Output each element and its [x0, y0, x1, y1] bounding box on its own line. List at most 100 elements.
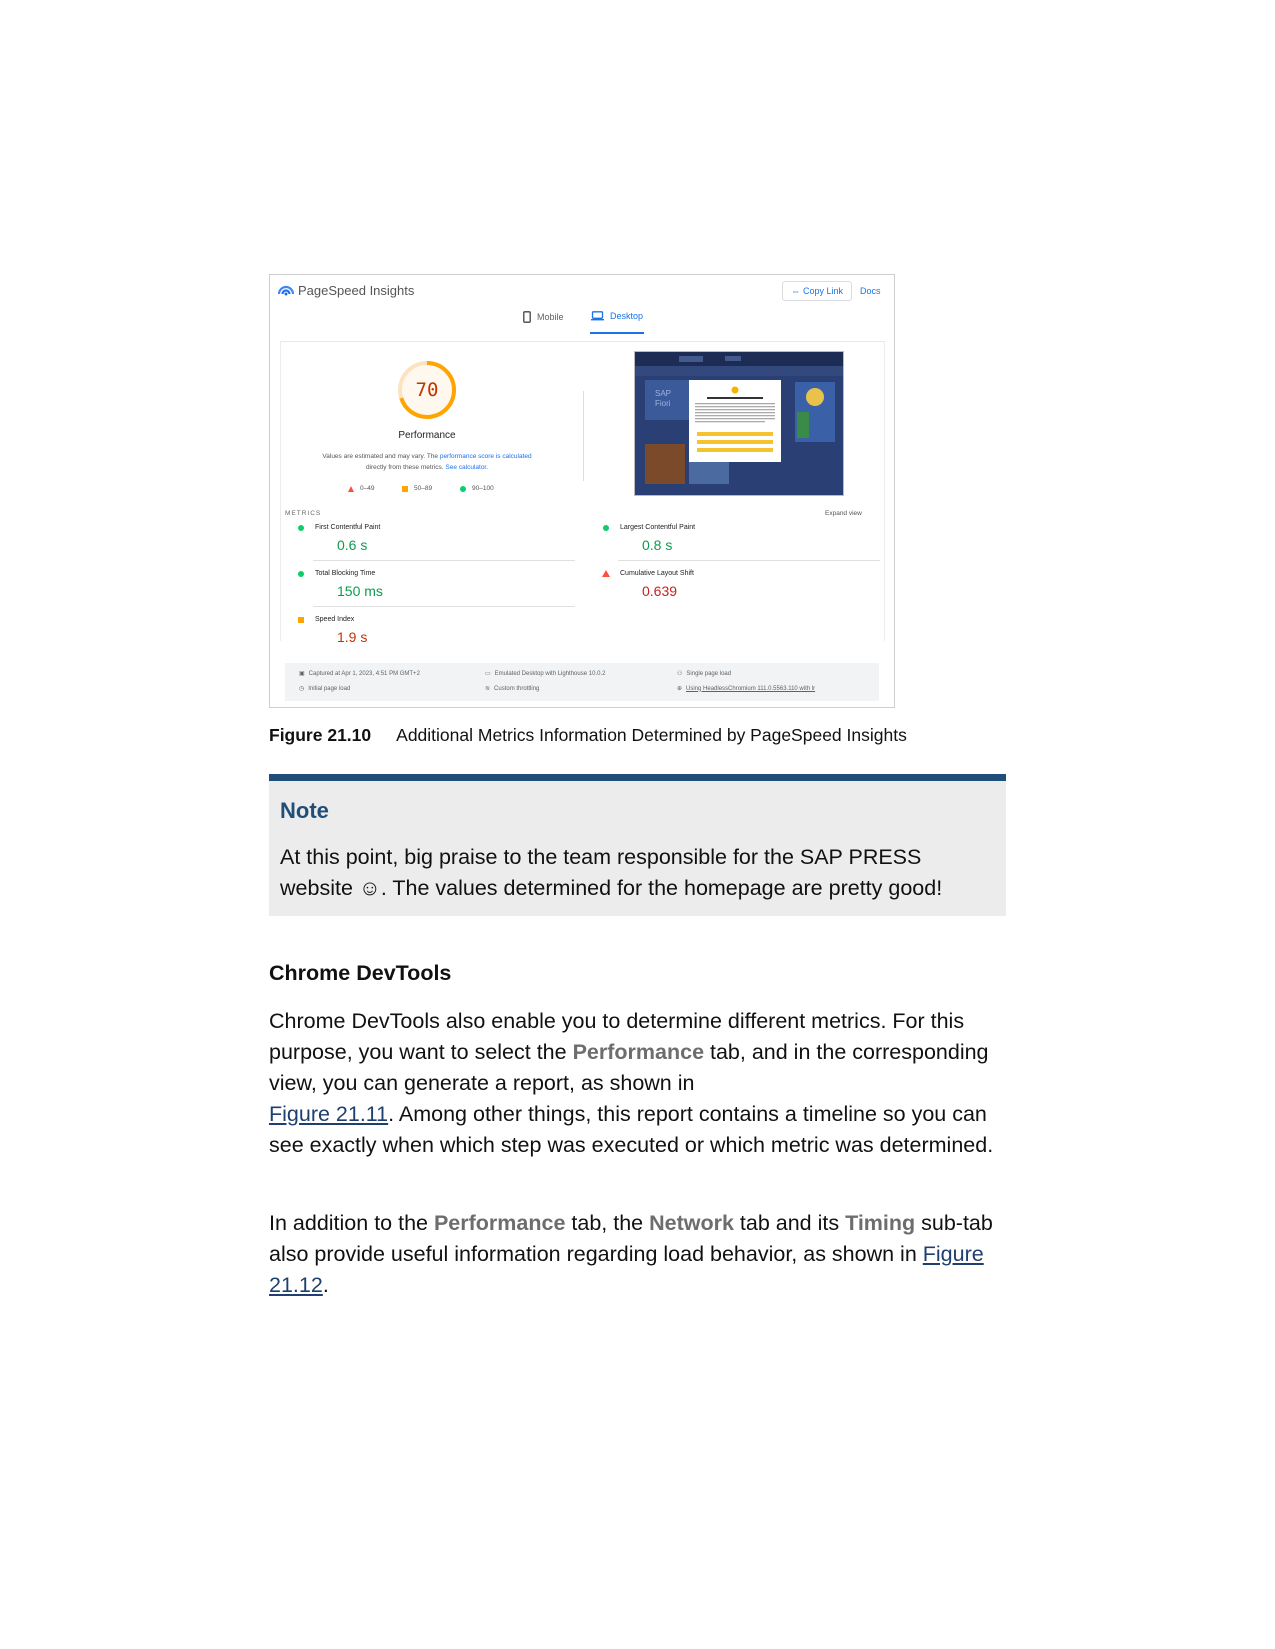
phone-icon: [523, 311, 531, 323]
device-tabs: Mobile Desktop: [270, 311, 894, 341]
square-icon: [402, 485, 408, 492]
captured-info: ▣ Captured at Apr 1, 2023, 4:51 PM GMT+2: [299, 670, 420, 678]
pagespeed-logo-icon: [278, 285, 294, 296]
browser-info[interactable]: ⊕ Using HeadlessChromium 111.0.5563.110 w…: [677, 685, 816, 693]
footer-text: Emulated Desktop with Lighthouse 10.0.2: [494, 670, 606, 677]
figure-reference-link[interactable]: Figure 21.11: [269, 1102, 388, 1126]
footer-text: Captured at Apr 1, 2023, 4:51 PM GMT+2: [308, 670, 420, 677]
svg-text:SAP: SAP: [655, 389, 671, 398]
performance-description: Values are estimated and may vary. The p…: [294, 451, 560, 473]
app-title: PageSpeed Insights: [298, 283, 415, 298]
tab-mobile-label: Mobile: [537, 312, 564, 322]
tab-desktop[interactable]: Desktop: [591, 311, 643, 321]
metric-name: Total Blocking Time: [315, 570, 376, 577]
figure-number: Figure 21.10: [269, 725, 372, 745]
single-load-info: ⚇ Single page load: [677, 670, 732, 678]
metric-name: Speed Index: [315, 616, 355, 623]
timer-icon: ◷: [299, 686, 305, 692]
website-preview-image: SAP Fiori: [635, 352, 843, 495]
figure-caption-text: Additional Metrics Information Determine…: [396, 725, 907, 745]
expand-view-toggle[interactable]: Expand view: [825, 510, 862, 517]
paragraph-text: In addition to the: [269, 1211, 434, 1235]
paragraph-text: tab and its: [733, 1211, 846, 1235]
triangle-icon: [348, 485, 354, 492]
runtime-settings: ▣ Captured at Apr 1, 2023, 4:51 PM GMT+2 …: [285, 663, 879, 701]
throttling-info[interactable]: ≋ Custom throttling: [485, 685, 540, 693]
tab-mobile[interactable]: Mobile: [523, 311, 564, 323]
note-body: At this point, big praise to the team re…: [280, 845, 943, 900]
good-indicator-icon: [603, 525, 609, 531]
docs-link[interactable]: Docs: [860, 286, 881, 296]
metric-name: Largest Contentful Paint: [620, 524, 696, 531]
footer-text: Single page load: [686, 670, 732, 677]
wifi-icon: ≋: [485, 686, 491, 692]
legend-label: 0–49: [360, 485, 375, 492]
metric-largest-contentful-paint: Largest Contentful Paint 0.8 s: [602, 519, 880, 561]
note-box: Note At this point, big praise to the te…: [269, 774, 1006, 916]
description-text: Values are estimated and may vary. The: [322, 453, 440, 460]
description-text: directly from these metrics.: [365, 464, 446, 471]
metric-cumulative-layout-shift: Cumulative Layout Shift 0.639: [602, 565, 872, 607]
emulation-info: ▭ Emulated Desktop with Lighthouse 10.0.2: [485, 670, 606, 678]
laptop-icon: ▭: [485, 671, 491, 677]
active-tab-indicator: [590, 332, 644, 334]
score-calculation-link[interactable]: performance score is calculated: [440, 453, 532, 460]
people-icon: ⚇: [677, 671, 683, 677]
average-indicator-icon: [298, 617, 304, 623]
metric-name: First Contentful Paint: [315, 524, 381, 531]
globe-icon: ⊕: [677, 686, 683, 692]
panel-divider: [583, 391, 584, 481]
legend-label: 50–89: [414, 485, 433, 492]
metric-value: 150 ms: [337, 583, 383, 599]
psi-header: PageSpeed Insights ⇔ Copy Link Docs: [270, 275, 894, 305]
link-icon: ⇔: [790, 286, 800, 296]
paragraph-text: .: [322, 1273, 329, 1297]
metric-value: 0.6 s: [337, 537, 368, 553]
metric-speed-index: Speed Index 1.9 s: [297, 611, 567, 653]
poor-indicator-icon: [602, 570, 610, 577]
paragraph-2: In addition to the Performance tab, the …: [269, 1208, 1004, 1301]
svg-text:Fiori: Fiori: [655, 399, 671, 408]
circle-icon: [460, 485, 466, 492]
copy-link-label: Copy Link: [802, 286, 844, 296]
ui-term-timing: Timing: [845, 1211, 916, 1235]
legend-item-average: 50–89: [402, 485, 432, 492]
metrics-heading: METRICS: [285, 510, 322, 517]
initial-load-info: ◷ Initial page load: [299, 685, 351, 693]
good-indicator-icon: [298, 571, 304, 577]
copy-link-button[interactable]: ⇔ Copy Link: [782, 281, 852, 301]
performance-label: Performance: [398, 430, 456, 441]
legend-item-good: 90–100: [460, 485, 494, 492]
ui-term-performance: Performance: [433, 1211, 566, 1235]
paragraph-1: Chrome DevTools also enable you to deter…: [269, 1006, 1004, 1161]
footer-text: Custom throttling: [494, 685, 540, 692]
metric-name: Cumulative Layout Shift: [620, 570, 694, 577]
ui-term-performance: Performance: [572, 1040, 705, 1064]
figure-caption: Figure 21.10 Additional Metrics Informati…: [269, 725, 907, 746]
metric-total-blocking-time: Total Blocking Time 150 ms: [297, 565, 575, 607]
footer-text: Initial page load: [308, 685, 351, 692]
legend-item-poor: 0–49: [348, 485, 374, 492]
score-legend: 0–49 50–89 90–100: [348, 485, 518, 497]
metric-first-contentful-paint: First Contentful Paint 0.6 s: [297, 519, 575, 561]
note-title: Note: [280, 798, 329, 823]
pagespeed-screenshot: PageSpeed Insights ⇔ Copy Link Docs Mobi…: [269, 274, 895, 708]
page-screenshot-thumbnail: SAP Fiori: [634, 351, 844, 496]
panel-border: [280, 341, 884, 342]
section-heading: Chrome DevTools: [269, 961, 452, 985]
metric-value: 0.8 s: [642, 537, 673, 553]
good-indicator-icon: [298, 525, 304, 531]
ui-term-network: Network: [649, 1211, 734, 1235]
laptop-icon: [591, 311, 604, 321]
panel-border: [884, 341, 885, 641]
calendar-icon: ▣: [299, 671, 305, 677]
tab-desktop-label: Desktop: [610, 311, 644, 321]
metric-value: 1.9 s: [337, 629, 368, 645]
calculator-link[interactable]: See calculator.: [445, 464, 488, 471]
metric-value: 0.639: [642, 583, 678, 599]
performance-score: 70: [415, 379, 439, 401]
legend-label: 90–100: [472, 485, 494, 492]
panel-border: [280, 341, 281, 641]
paragraph-text: tab, the: [565, 1211, 650, 1235]
footer-text: Using HeadlessChromium 111.0.5563.110 wi…: [686, 685, 816, 692]
